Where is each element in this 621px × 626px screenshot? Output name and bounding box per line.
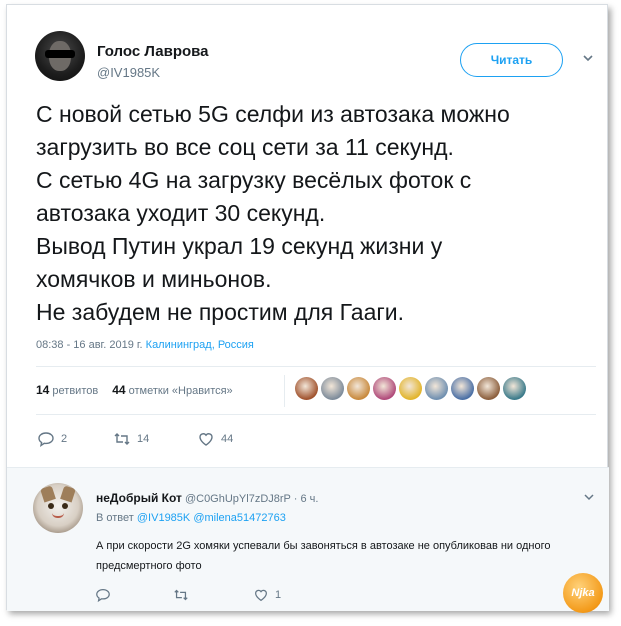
like-count: 44 [221, 433, 234, 445]
heart-icon [199, 433, 213, 446]
engagement-stats: 14 ретвитов 44 отметки «Нравится» [36, 383, 233, 397]
liker-avatar[interactable] [503, 377, 526, 400]
liker-avatar[interactable] [399, 377, 422, 400]
retweet-icon [114, 433, 130, 445]
liker-avatar[interactable] [295, 377, 318, 400]
tweet-card: Голос Лаврова @IV1985K Читать С новой се… [6, 4, 609, 613]
in-reply-prefix: В ответ [96, 512, 134, 524]
retweet-action[interactable]: 14 [113, 429, 149, 449]
chevron-down-icon[interactable] [583, 491, 595, 503]
author-handle[interactable]: @IV1985K [97, 65, 160, 80]
tweet-line: Не забудем не простим для Гааги. [36, 299, 405, 325]
follow-button[interactable]: Читать [460, 43, 563, 77]
avatar-ear [40, 485, 56, 503]
retweets-count: 14 [36, 383, 50, 397]
likes-count: 44 [112, 383, 126, 397]
heart-icon [255, 589, 267, 602]
retweet-count: 14 [137, 433, 150, 445]
liker-avatar[interactable] [451, 377, 474, 400]
likes-label: отметки «Нравится» [128, 385, 233, 397]
reply-text: А при скорости 2G хомяки успевали бы зав… [96, 540, 551, 572]
mention-link[interactable]: @IV1985K [137, 512, 190, 524]
liker-avatar[interactable] [477, 377, 500, 400]
tweet-timestamp[interactable]: 08:38 - 16 авг. 2019 г. [36, 339, 143, 351]
retweets-label: ретвитов [52, 385, 99, 397]
reply-time[interactable]: · 6 ч. [294, 493, 319, 505]
liker-avatar[interactable] [425, 377, 448, 400]
likes-stat[interactable]: 44 отметки «Нравится» [112, 383, 232, 397]
tweet-line: С сетью 4G на загрузку весёлых фоток с [36, 167, 472, 193]
tweet-line: Вывод Путин украл 19 секунд жизни у [36, 233, 443, 259]
avatar-mouth [52, 513, 64, 518]
tweet-location[interactable]: Калининград, Россия [146, 339, 254, 351]
liker-avatar[interactable] [347, 377, 370, 400]
reply-like-count: 1 [275, 589, 282, 601]
reply-author-handle[interactable]: @C0GhUpYl7zDJ8rP [185, 493, 291, 505]
reply-author-name[interactable]: неДобрый Кот [96, 491, 182, 505]
reply-action[interactable]: 2 [37, 429, 67, 449]
avatar-eye [48, 503, 54, 509]
retweet-icon [174, 589, 188, 601]
reply-count: 2 [61, 433, 68, 445]
tweet-line: загрузить во все соц сети за 11 секунд. [36, 134, 454, 160]
reply-reply-action[interactable] [95, 587, 111, 603]
reply-retweet-action[interactable] [173, 587, 189, 603]
reply-author-avatar[interactable] [33, 483, 83, 533]
tweet-line: хомячков и миньонов. [36, 266, 272, 292]
avatar-ear [60, 485, 76, 503]
liker-avatar[interactable] [373, 377, 396, 400]
stats-divider [284, 375, 285, 407]
tweet-meta: 08:38 - 16 авг. 2019 г. Калининград, Рос… [36, 339, 254, 351]
avatar-sunglasses [45, 50, 75, 58]
liker-avatar[interactable] [321, 377, 344, 400]
avatar-eye [62, 503, 68, 509]
like-action[interactable]: 44 [197, 429, 233, 449]
tweet-text: С новой сетью 5G селфи из автозака можно… [36, 98, 606, 329]
reply-author: неДобрый Кот @C0GhUpYl7zDJ8rP · 6 ч. [96, 491, 318, 505]
likers-avatars [295, 377, 526, 400]
tweet-line: С новой сетью 5G селфи из автозака можно [36, 101, 510, 127]
in-reply-to: В ответ @IV1985K @milena51472763 [96, 512, 286, 524]
author-avatar[interactable] [35, 31, 85, 81]
tweet-line: автозака уходит 30 секунд. [36, 200, 326, 226]
divider [36, 366, 596, 367]
reply-like-action[interactable]: 1 [253, 587, 281, 603]
author-name[interactable]: Голос Лаврова [97, 43, 209, 60]
watermark-logo: Njka [563, 573, 603, 613]
chevron-down-icon[interactable] [581, 51, 595, 65]
reply-icon [38, 432, 54, 448]
mention-link[interactable]: @milena51472763 [193, 512, 286, 524]
reply-icon [96, 589, 110, 603]
retweets-stat[interactable]: 14 ретвитов [36, 383, 98, 397]
divider [36, 414, 596, 415]
